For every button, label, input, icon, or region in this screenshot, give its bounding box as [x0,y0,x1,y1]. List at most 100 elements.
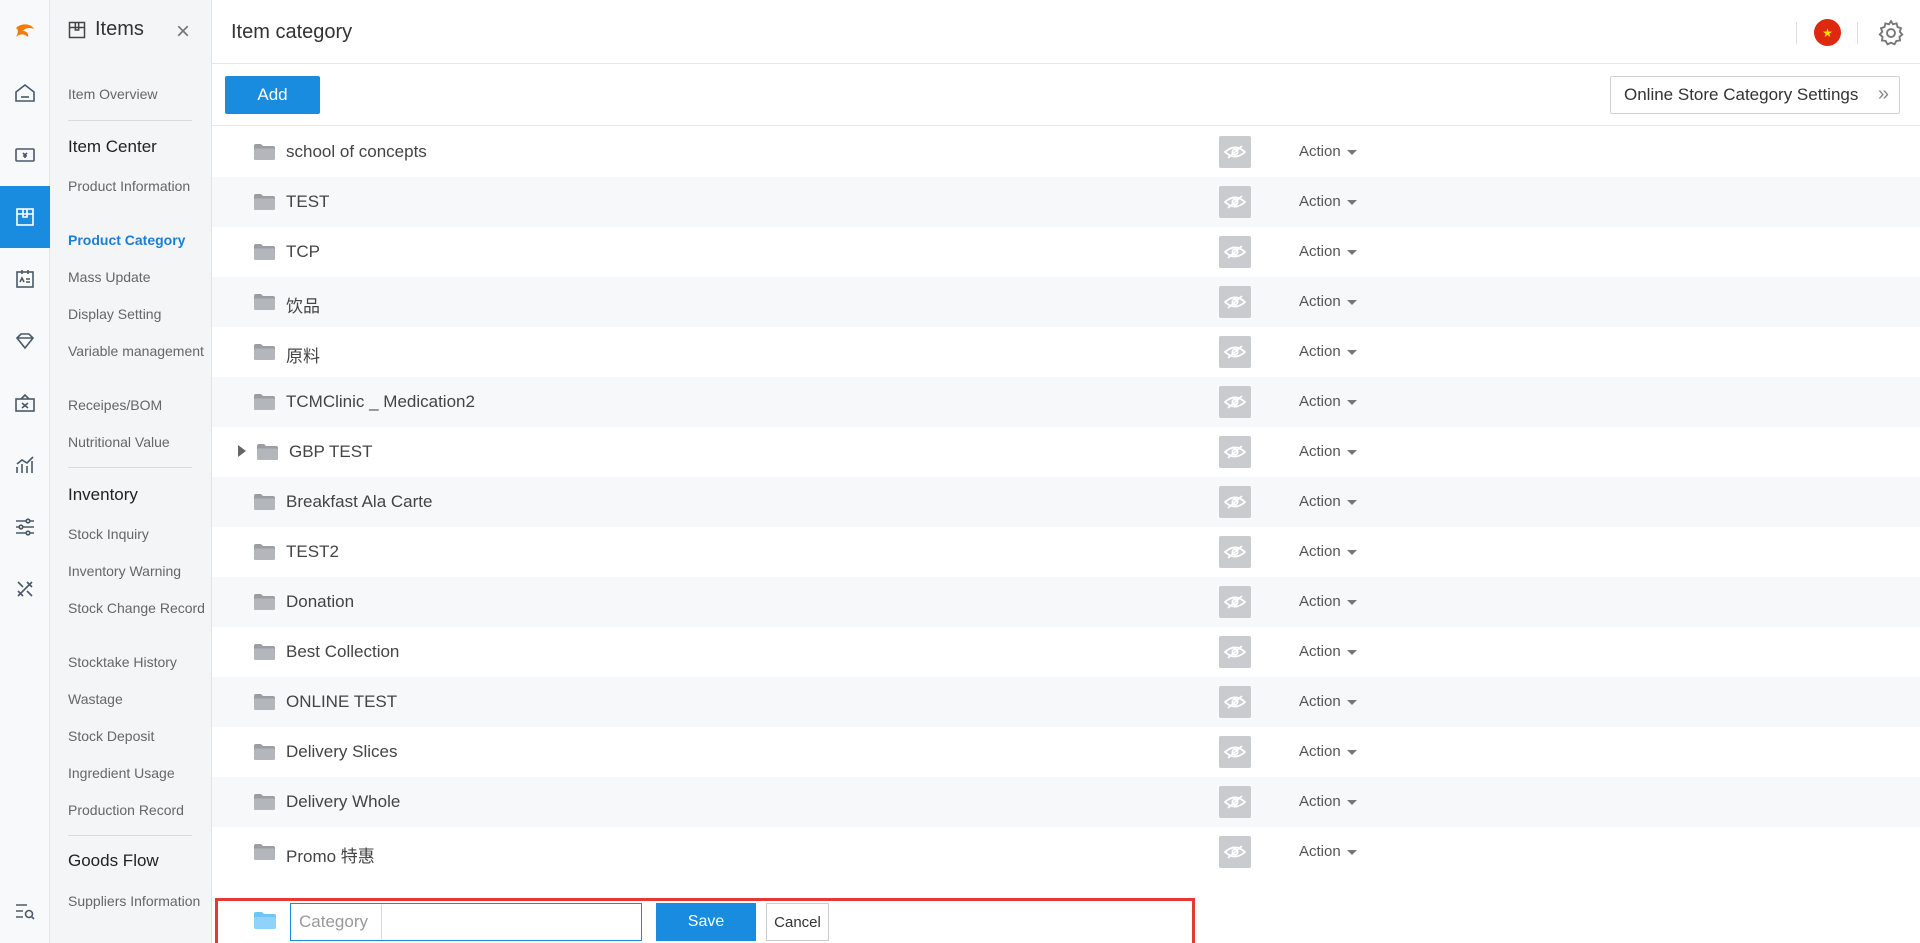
category-row[interactable]: 饮品 Action [212,277,1920,327]
page-header: Item category ★ [212,0,1920,64]
nav-item-overview[interactable]: Item Overview [68,86,206,103]
caret-down-icon [1346,149,1357,155]
nav-receipes-bom[interactable]: Receipes/BOM [68,397,206,414]
hidden-eye-icon[interactable] [1219,736,1251,768]
category-row[interactable]: Breakfast Ala Carte Action [212,477,1920,527]
nav-wastage[interactable]: Wastage [68,691,206,708]
action-dropdown[interactable]: Action [1299,293,1357,310]
divider [1796,22,1797,44]
hidden-eye-icon[interactable] [1219,586,1251,618]
nav-product-information[interactable]: Product Information [68,178,206,195]
add-button[interactable]: Add [225,76,320,114]
category-row[interactable]: school of concepts Action [212,127,1920,177]
nav-stocktake-history[interactable]: Stocktake History [68,654,206,671]
logo-icon[interactable] [0,0,50,62]
hidden-eye-icon[interactable] [1219,236,1251,268]
gear-icon[interactable] [1876,18,1906,48]
analytics-icon[interactable] [0,434,50,496]
caret-down-icon [1346,549,1357,555]
hidden-eye-icon[interactable] [1219,486,1251,518]
category-name-input[interactable] [383,905,639,939]
action-dropdown[interactable]: Action [1299,443,1357,460]
action-dropdown[interactable]: Action [1299,393,1357,410]
icon-rail [0,0,50,943]
expand-caret-icon[interactable] [238,445,246,457]
category-row[interactable]: ONLINE TEST Action [212,677,1920,727]
nav-production-record[interactable]: Production Record [68,802,206,819]
action-dropdown[interactable]: Action [1299,193,1357,210]
category-name: ONLINE TEST [286,692,398,711]
page-title: Item category [231,21,353,43]
hidden-eye-icon[interactable] [1219,386,1251,418]
action-label: Action [1299,593,1341,610]
action-label: Action [1299,693,1341,710]
nav-stock-inquiry[interactable]: Stock Inquiry [68,526,206,543]
action-dropdown[interactable]: Action [1299,243,1357,260]
nav-variable-management[interactable]: Variable management [68,343,206,360]
action-dropdown[interactable]: Action [1299,143,1357,160]
china-flag-icon[interactable]: ★ [1814,19,1841,46]
search-list-icon[interactable] [0,880,50,942]
action-dropdown[interactable]: Action [1299,743,1357,760]
caret-down-icon [1346,749,1357,755]
settings-sliders-icon[interactable] [0,496,50,558]
action-dropdown[interactable]: Action [1299,543,1357,560]
nav-stock-change-record[interactable]: Stock Change Record [68,600,206,617]
category-row[interactable]: Best Collection Action [212,627,1920,677]
action-dropdown[interactable]: Action [1299,343,1357,360]
hidden-eye-icon[interactable] [1219,536,1251,568]
hidden-eye-icon[interactable] [1219,636,1251,668]
divider [68,120,192,121]
category-row[interactable]: Delivery Whole Action [212,777,1920,827]
hidden-eye-icon[interactable] [1219,836,1251,868]
nav-stock-deposit[interactable]: Stock Deposit [68,728,206,745]
hidden-eye-icon[interactable] [1219,286,1251,318]
nav-nutritional-value[interactable]: Nutritional Value [68,434,206,451]
nav-product-category[interactable]: Product Category [68,232,206,249]
category-row[interactable]: Promo 特惠 Action [212,827,1920,877]
nav-suppliers-information[interactable]: Suppliers Information [68,893,206,910]
divider [1857,22,1858,44]
save-button[interactable]: Save [656,903,756,941]
billing-icon[interactable] [0,124,50,186]
hidden-eye-icon[interactable] [1219,686,1251,718]
online-store-category-settings-button[interactable]: Online Store Category Settings » [1610,76,1900,114]
action-dropdown[interactable]: Action [1299,643,1357,660]
category-row[interactable]: Donation Action [212,577,1920,627]
folder-icon [254,144,275,160]
action-dropdown[interactable]: Action [1299,693,1357,710]
hidden-eye-icon[interactable] [1219,136,1251,168]
nav-inventory-warning[interactable]: Inventory Warning [68,563,206,580]
category-row[interactable]: 原料 Action [212,327,1920,377]
items-icon[interactable] [0,186,50,248]
divider [68,835,192,836]
category-row[interactable]: TEST Action [212,177,1920,227]
section-goods-flow: Goods Flow [68,851,159,870]
action-label: Action [1299,343,1341,360]
category-name: Best Collection [286,642,400,661]
category-row[interactable]: TEST2 Action [212,527,1920,577]
nav-display-setting[interactable]: Display Setting [68,306,206,323]
tools-icon[interactable] [0,558,50,620]
cancel-button[interactable]: Cancel [766,903,829,941]
promotion-icon[interactable] [0,372,50,434]
category-row[interactable]: Delivery Slices Action [212,727,1920,777]
nav-ingredient-usage[interactable]: Ingredient Usage [68,765,206,782]
diamond-icon[interactable] [0,310,50,372]
action-dropdown[interactable]: Action [1299,793,1357,810]
home-icon[interactable] [0,62,50,124]
hidden-eye-icon[interactable] [1219,786,1251,818]
hidden-eye-icon[interactable] [1219,436,1251,468]
hidden-eye-icon[interactable] [1219,186,1251,218]
close-icon[interactable]: × [176,20,190,44]
member-card-icon[interactable] [0,248,50,310]
category-row[interactable]: TCP Action [212,227,1920,277]
action-dropdown[interactable]: Action [1299,843,1357,860]
nav-mass-update[interactable]: Mass Update [68,269,206,286]
category-row[interactable]: TCMClinic _ Medication2 Action [212,377,1920,427]
divider [381,905,382,939]
action-dropdown[interactable]: Action [1299,493,1357,510]
category-row[interactable]: GBP TEST Action [212,427,1920,477]
hidden-eye-icon[interactable] [1219,336,1251,368]
action-dropdown[interactable]: Action [1299,593,1357,610]
